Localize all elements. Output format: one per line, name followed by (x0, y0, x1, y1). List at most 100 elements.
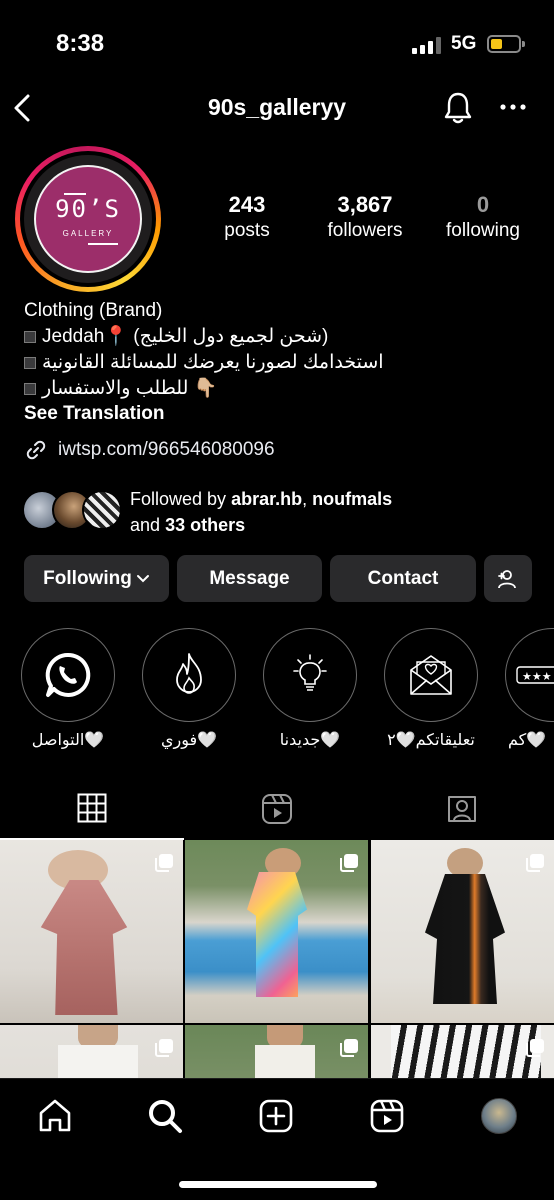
whatsapp-icon (21, 628, 115, 722)
bio-line: للطلب والاستفسار 👇🏼 (42, 378, 218, 399)
multiple-photos-icon (340, 854, 358, 872)
rating-stars-icon: ★★★ (505, 628, 554, 722)
follower-avatar (82, 490, 122, 530)
home-indicator (179, 1181, 377, 1188)
profile-link[interactable]: iwtsp.com/966546080096 (24, 438, 275, 462)
envelope-heart-icon (384, 628, 478, 722)
followed-by-separator: , (302, 489, 308, 509)
status-time: 8:38 (56, 30, 105, 57)
avatar-logo-subtext: GALLERY (62, 229, 114, 238)
highlight-label: التواصل🤍 (31, 732, 105, 749)
network-type: 5G (451, 33, 477, 54)
avatar-logo-text: 90’S (55, 195, 121, 223)
reels-icon (370, 1099, 404, 1133)
plus-square-icon (259, 1099, 293, 1133)
search-tab[interactable] (144, 1095, 186, 1137)
lightbulb-icon (263, 628, 357, 722)
create-tab[interactable] (255, 1095, 297, 1137)
followed-by-and: and (130, 515, 161, 535)
following-count: 0 (476, 192, 490, 217)
post-thumbnail[interactable] (185, 1025, 368, 1078)
bio-line: Jeddah📍 (شحن لجميع دول الخليج) (42, 326, 329, 347)
contact-button[interactable]: Contact (330, 555, 476, 602)
multiple-photos-icon (155, 854, 173, 872)
home-icon (39, 1099, 71, 1132)
highlight-label: جديدنا🤍 (279, 732, 341, 749)
profile-bio: Clothing (Brand) Jeddah📍 (شحن لجميع دول … (24, 298, 534, 402)
followed-by-prefix: Followed by (130, 489, 227, 509)
home-tab[interactable] (34, 1095, 76, 1137)
tab-posts-grid[interactable] (0, 778, 184, 840)
bio-line: استخدامك لصورنا يعرضك للمسائلة القانونية (42, 352, 384, 373)
add-user-icon (498, 569, 516, 588)
fire-icon (142, 628, 236, 722)
message-button[interactable]: Message (177, 555, 322, 602)
highlight-item[interactable]: جديدنا🤍 (262, 628, 358, 750)
highlight-item[interactable]: فوري🤍 (141, 628, 237, 750)
followed-by-others[interactable]: 33 others (165, 515, 245, 535)
bell-icon[interactable] (441, 90, 475, 126)
square-bullet-icon (24, 382, 36, 395)
tab-tagged[interactable] (370, 778, 554, 840)
see-translation-link[interactable]: See Translation (24, 403, 164, 425)
highlight-item[interactable]: تعليقاتكم🤍٢ (383, 628, 479, 750)
followers-label: followers (327, 220, 403, 241)
profile-tab[interactable] (478, 1095, 520, 1137)
story-ring[interactable]: 90’S GALLERY (15, 146, 161, 292)
tagged-icon (448, 796, 476, 822)
post-thumbnail[interactable] (185, 840, 368, 1023)
post-thumbnail[interactable] (0, 1025, 183, 1078)
highlight-label: تعليقاتكم🤍٢ (387, 732, 475, 749)
post-thumbnail[interactable] (371, 840, 554, 1023)
search-icon (149, 1100, 182, 1133)
multiple-photos-icon (155, 1039, 173, 1057)
square-bullet-icon (24, 356, 36, 369)
more-options-icon[interactable] (496, 92, 530, 122)
following-button[interactable]: Following (24, 555, 169, 602)
following-stat[interactable]: 0 following (436, 192, 530, 242)
following-label: following (446, 220, 520, 241)
following-button-label: Following (43, 567, 132, 589)
highlight-label: فوري🤍 (160, 732, 218, 749)
profile-tabs (0, 778, 554, 840)
followed-by-text: Followed by abrar.hb, noufmals and 33 ot… (130, 486, 392, 538)
follower-username[interactable]: abrar.hb (231, 489, 302, 509)
tab-reels[interactable] (185, 778, 369, 840)
posts-grid (0, 840, 554, 1078)
posts-count: 243 (228, 192, 266, 217)
status-bar: 8:38 5G (0, 0, 554, 90)
avatar[interactable]: 90’S GALLERY (24, 155, 152, 283)
highlight-item[interactable]: التواصل🤍 (20, 628, 116, 750)
followed-by[interactable]: Followed by abrar.hb, noufmals and 33 ot… (22, 486, 542, 536)
profile-header: 90s_galleryy (0, 84, 554, 132)
svg-text:★★★: ★★★ (522, 670, 552, 683)
bottom-tab-bar (0, 1078, 554, 1200)
posts-label: posts (224, 220, 270, 241)
profile-link-text: iwtsp.com/966546080096 (58, 439, 275, 460)
profile-actions: Following Message Contact (24, 555, 532, 602)
add-user-button[interactable] (484, 555, 532, 602)
reels-icon (262, 794, 292, 824)
profile-category: Clothing (Brand) (24, 300, 163, 321)
followers-count: 3,867 (337, 192, 393, 217)
link-icon (26, 440, 46, 460)
post-thumbnail[interactable] (371, 1025, 554, 1078)
square-bullet-icon (24, 330, 36, 343)
story-highlights: التواصل🤍 فوري🤍 جديدنا🤍 تعليقاتكم🤍٢ ★★★ ك… (0, 628, 554, 758)
highlight-item[interactable]: ★★★ كم🤍 (504, 628, 554, 750)
multiple-photos-icon (526, 1039, 544, 1057)
multiple-photos-icon (340, 1039, 358, 1057)
reels-tab[interactable] (366, 1095, 408, 1137)
avatar-logo: 90’S GALLERY (34, 165, 142, 273)
highlight-label: كم🤍 (508, 732, 547, 749)
signal-icon (412, 36, 441, 54)
post-thumbnail[interactable] (0, 840, 183, 1023)
grid-icon (77, 793, 107, 823)
profile-avatar-small (481, 1098, 517, 1134)
multiple-photos-icon (526, 854, 544, 872)
battery-icon (487, 35, 525, 53)
posts-stat[interactable]: 243 posts (202, 192, 292, 242)
followers-stat[interactable]: 3,867 followers (315, 192, 415, 242)
follower-username[interactable]: noufmals (312, 489, 392, 509)
chevron-down-icon (136, 574, 149, 582)
